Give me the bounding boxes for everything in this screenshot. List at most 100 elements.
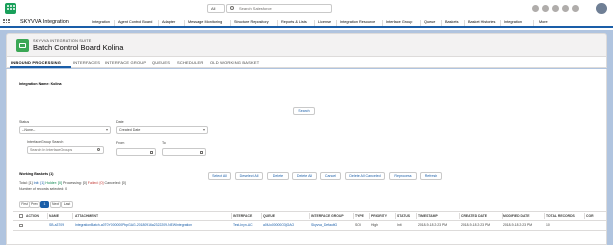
- col-status[interactable]: STATUS: [397, 212, 416, 220]
- nav-item-message-monitoring[interactable]: Message Monitoring: [188, 20, 222, 24]
- canceled-count: Canceled: [0]: [104, 181, 126, 185]
- status-label: Status: [19, 120, 30, 124]
- refresh-button[interactable]: Refresh: [420, 172, 442, 180]
- from-date-input[interactable]: [116, 148, 156, 156]
- working-baskets-title: Working Baskets (1): [19, 172, 54, 176]
- interface-group-search-input[interactable]: Search In InterfaceGroups: [27, 146, 104, 154]
- search-button[interactable]: Search: [293, 107, 315, 115]
- row-attachment-link[interactable]: IntegrationBatch-a0T0Y000000PbpGAG-20180…: [75, 222, 230, 229]
- to-label: To: [162, 141, 166, 145]
- col-priority[interactable]: PRIORITY: [371, 212, 394, 220]
- global-search-input[interactable]: Search Salesforce: [226, 4, 332, 13]
- integration-name-value: Kolina: [50, 82, 62, 86]
- date-label: Date: [116, 120, 124, 124]
- bell-icon[interactable]: [572, 5, 579, 12]
- nav-item-integration-2[interactable]: Integration: [504, 20, 522, 24]
- col-name[interactable]: NAME: [49, 212, 71, 220]
- row-status: Init: [397, 223, 402, 227]
- nav-item-adapter[interactable]: Adapter: [162, 20, 175, 24]
- col-created-date[interactable]: CREATED DATE: [461, 212, 501, 220]
- nav-item-basket-histories[interactable]: Basket Histories: [468, 20, 495, 24]
- chevron-down-icon: [203, 129, 205, 131]
- tab-inbound-processing[interactable]: INBOUND PROCESSING: [11, 60, 61, 65]
- init-count: Init: [1]: [33, 181, 45, 185]
- tab-old-working-basket[interactable]: OLD WORKING BASKET: [210, 60, 259, 65]
- holder-count: Holder: [0]: [45, 181, 62, 185]
- col-interface-group[interactable]: INTERFACE GROUP: [311, 212, 352, 220]
- col-queue[interactable]: QUEUE: [263, 212, 307, 220]
- setup-gear-icon[interactable]: [562, 5, 569, 12]
- status-select[interactable]: --None--: [19, 126, 111, 134]
- nav-item-interface-group[interactable]: Interface Group: [386, 20, 412, 24]
- status-counts: Total: [1] Init: [1] Holder: [0] Process…: [19, 181, 126, 185]
- records-selected: Number of records selected: 0: [19, 187, 68, 191]
- row-modified-date: 2018-9-18 2:23 PM: [503, 223, 533, 227]
- row-checkbox[interactable]: [19, 223, 23, 227]
- delete-all-canceled-button[interactable]: Delete All Canceled: [345, 172, 385, 180]
- col-attachment[interactable]: ATTACHMENT: [75, 212, 229, 220]
- nav-item-reports-lists[interactable]: Reports & Lists: [281, 20, 307, 24]
- pager-page-1[interactable]: 1: [40, 201, 49, 208]
- app-nav-bar: SKYVVA Integration Integration Agent Con…: [0, 17, 613, 28]
- pager-prev[interactable]: Prev: [29, 201, 40, 208]
- to-date-input[interactable]: [162, 148, 206, 156]
- chevron-down-icon: [106, 129, 108, 131]
- nav-item-structure-repository[interactable]: Structure Repository: [234, 20, 269, 24]
- col-timestamp[interactable]: TIMESTAMP: [418, 212, 458, 220]
- row-interface-group-link[interactable]: Skyvva_DefaultG: [311, 222, 353, 229]
- col-type[interactable]: TYPE: [355, 212, 369, 220]
- app-logo-icon[interactable]: [5, 3, 16, 14]
- select-all-button[interactable]: Select All: [208, 172, 231, 180]
- col-action[interactable]: ACTION: [26, 212, 46, 220]
- reprocess-button[interactable]: Reprocess: [389, 172, 417, 180]
- nav-item-integration-resource[interactable]: Integration Resource: [340, 20, 375, 24]
- deselect-all-button[interactable]: Deselect All: [235, 172, 263, 180]
- nav-item-queue[interactable]: Queue: [424, 20, 435, 24]
- nav-item-integration[interactable]: Integration: [92, 20, 110, 24]
- calendar-icon: [200, 150, 203, 154]
- global-header: All Search Salesforce: [0, 0, 613, 17]
- cancel-button[interactable]: Cancel: [320, 172, 341, 180]
- favorites-icon[interactable]: [532, 5, 539, 12]
- total-count: Total: [1]: [19, 181, 33, 185]
- row-timestamp: 2018-9-18 2:23 PM: [418, 223, 448, 227]
- table-header-border: [13, 220, 607, 221]
- app-name: SKYVVA Integration: [20, 19, 69, 25]
- col-modified-date[interactable]: MODIFIED DATE: [503, 212, 543, 220]
- table-row-border: [13, 230, 607, 231]
- nav-item-baskets[interactable]: Baskets: [445, 20, 459, 24]
- pager-last[interactable]: Last: [61, 201, 73, 208]
- delete-all-button[interactable]: Delete All: [292, 172, 317, 180]
- row-queue-link[interactable]: a0iUo00000O3jGAO: [263, 222, 308, 229]
- processing-count: Processing: [0]: [62, 181, 87, 185]
- select-all-checkbox[interactable]: [19, 214, 23, 218]
- nav-item-agent-control-board[interactable]: Agent Control Board: [118, 20, 152, 24]
- search-icon: [230, 6, 234, 10]
- row-priority: High: [371, 223, 378, 227]
- col-interface[interactable]: INTERFACE: [233, 212, 260, 220]
- add-icon[interactable]: [542, 5, 549, 12]
- nav-item-more[interactable]: More: [539, 20, 548, 24]
- date-type-select[interactable]: Created Date: [116, 126, 208, 134]
- app-launcher-icon[interactable]: [3, 19, 10, 25]
- col-total-records[interactable]: TOTAL RECORDS: [546, 212, 583, 220]
- row-interface-link[interactable]: Test-Inyn-AC: [233, 222, 261, 229]
- nav-item-license[interactable]: License: [318, 20, 331, 24]
- pager-next[interactable]: Next: [50, 201, 61, 208]
- tab-bar: INBOUND PROCESSING INTERFACES INTERFACE …: [6, 57, 607, 68]
- search-scope-select[interactable]: All: [207, 4, 225, 13]
- tab-interface-group[interactable]: INTERFACE GROUP: [105, 60, 146, 65]
- page-header: SKYVVA INTEGRATION SUITE Batch Control B…: [6, 33, 607, 57]
- tab-scheduler[interactable]: SCHEDULER: [177, 60, 203, 65]
- delete-button[interactable]: Delete: [267, 172, 289, 180]
- avatar[interactable]: [596, 3, 607, 14]
- tab-interfaces[interactable]: INTERFACES: [73, 60, 100, 65]
- failed-count: Failed: [0]: [87, 181, 104, 185]
- col-cor[interactable]: COR: [586, 212, 605, 220]
- page-title: Batch Control Board Kolina: [33, 43, 124, 52]
- active-tab-indicator: [10, 66, 71, 68]
- search-scope-label: All: [211, 6, 216, 11]
- help-icon[interactable]: [552, 5, 559, 12]
- row-name-link[interactable]: SB-a3709: [49, 222, 72, 229]
- tab-queues[interactable]: QUEUES: [152, 60, 170, 65]
